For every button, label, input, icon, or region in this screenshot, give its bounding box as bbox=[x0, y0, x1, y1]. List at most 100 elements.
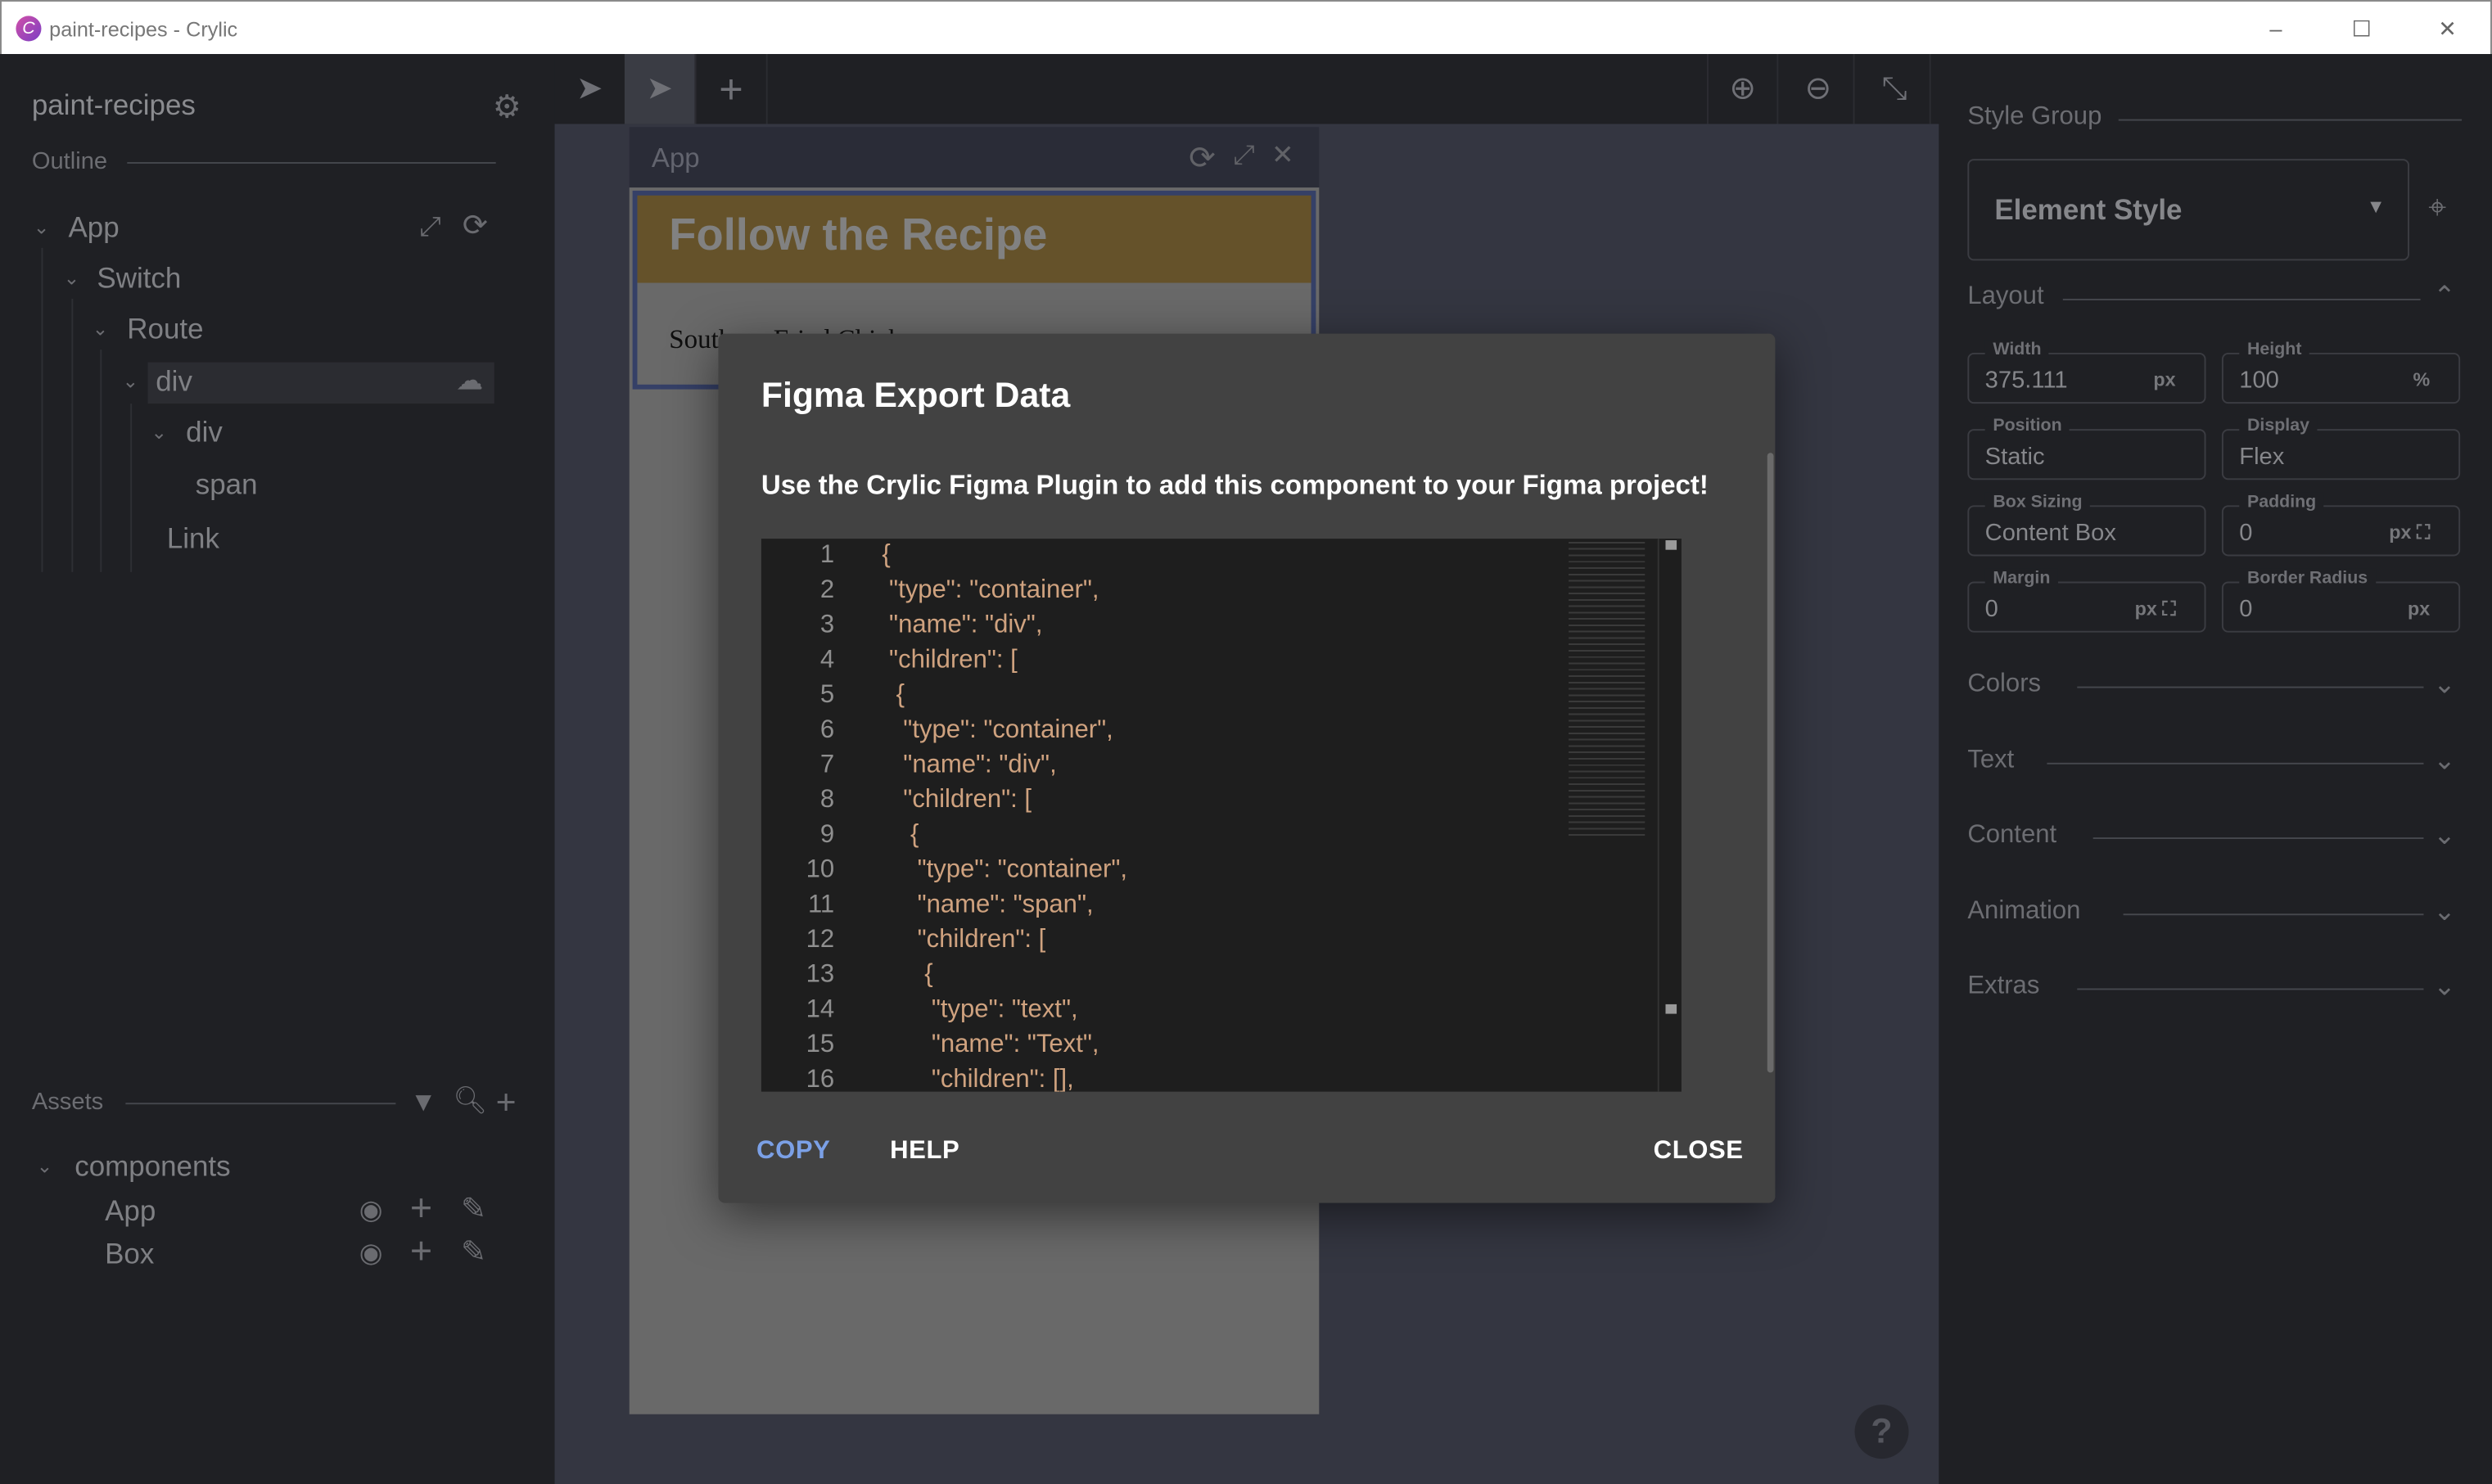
chevron-down-icon[interactable]: ⌄ bbox=[2433, 971, 2456, 1003]
code-line: "type": "text", bbox=[882, 996, 1078, 1024]
assets-label: Assets bbox=[31, 1088, 104, 1116]
zoom-out-button[interactable]: ⊖ bbox=[1783, 54, 1855, 124]
field-height[interactable]: Height 100% bbox=[2221, 340, 2461, 404]
minimize-button[interactable]: – bbox=[2252, 11, 2300, 47]
field-unit: % bbox=[2413, 368, 2431, 391]
code-minimap[interactable] bbox=[1569, 541, 1646, 837]
divider bbox=[125, 1103, 396, 1105]
tree-item-switch[interactable]: Switch bbox=[97, 262, 181, 295]
select-tool-button[interactable]: ➤ bbox=[555, 54, 626, 124]
expand-icon[interactable]: ⤢ bbox=[420, 211, 441, 243]
figma-export-dialog: Figma Export Data Use the Crylic Figma P… bbox=[718, 333, 1776, 1203]
chevron-down-icon[interactable]: ⌄ bbox=[151, 421, 167, 443]
tree-item-span[interactable]: span bbox=[196, 469, 258, 503]
tree-item-div[interactable]: div bbox=[186, 417, 223, 450]
crosshair-icon[interactable]: ⌖ bbox=[2428, 191, 2446, 228]
line-number: 14 bbox=[806, 996, 835, 1024]
field-margin[interactable]: Margin 0 px ⛶ bbox=[1967, 568, 2206, 633]
field-value[interactable]: 0 bbox=[2239, 596, 2252, 623]
field-position[interactable]: Position Static bbox=[1967, 416, 2206, 480]
chevron-down-icon[interactable]: ⌄ bbox=[64, 267, 80, 289]
field-width[interactable]: Width 375.111 px bbox=[1967, 340, 2206, 404]
asset-group-components[interactable]: components bbox=[74, 1151, 230, 1184]
layout-section-label[interactable]: Layout bbox=[1967, 283, 2043, 312]
chevron-down-icon[interactable]: ⌄ bbox=[2433, 744, 2456, 776]
code-line: "name": "Text", bbox=[882, 1031, 1099, 1058]
code-line: { bbox=[882, 961, 933, 989]
copy-button[interactable]: COPY bbox=[756, 1138, 830, 1166]
section-extras[interactable]: Extras bbox=[1967, 972, 2039, 1001]
add-icon[interactable]: + bbox=[410, 1187, 432, 1231]
field-display[interactable]: Display Flex bbox=[2221, 416, 2461, 480]
code-line: "name": "span", bbox=[882, 891, 1094, 919]
divider bbox=[2077, 988, 2424, 990]
tree-item-route[interactable]: Route bbox=[127, 313, 203, 346]
chevron-down-icon[interactable]: ⌄ bbox=[34, 216, 50, 238]
section-content[interactable]: Content bbox=[1967, 822, 2056, 850]
section-colors[interactable]: Colors bbox=[1967, 670, 2041, 699]
chevron-down-icon[interactable]: ⌄ bbox=[37, 1155, 53, 1177]
cloud-upload-icon[interactable]: ☁ bbox=[456, 365, 483, 397]
chevron-down-icon[interactable]: ⌄ bbox=[2433, 820, 2456, 852]
field-value[interactable]: Static bbox=[1985, 444, 2045, 471]
field-label: Display bbox=[2239, 416, 2318, 435]
fit-screen-button[interactable]: ⤡ bbox=[1859, 54, 1931, 124]
chevron-down-icon[interactable]: ⌄ bbox=[122, 370, 138, 392]
line-number: 15 bbox=[806, 1031, 835, 1058]
add-icon[interactable]: + bbox=[410, 1230, 432, 1274]
section-animation[interactable]: Animation bbox=[1967, 897, 2080, 926]
chevron-down-icon[interactable]: ⌄ bbox=[93, 318, 109, 340]
code-line: "name": "div", bbox=[882, 751, 1057, 779]
asset-item-box[interactable]: Box bbox=[105, 1238, 154, 1271]
add-element-button[interactable]: + bbox=[696, 54, 768, 124]
chevron-down-icon[interactable]: ⌄ bbox=[2433, 895, 2456, 927]
window-title: paint-recipes - Crylic bbox=[49, 17, 238, 42]
edit-icon[interactable]: ✎ bbox=[461, 1192, 486, 1229]
code-line: "children": [ bbox=[882, 647, 1018, 674]
divider bbox=[2122, 913, 2424, 915]
search-icon[interactable]: 🔍︎ bbox=[453, 1085, 487, 1117]
asset-item-app[interactable]: App bbox=[105, 1195, 156, 1229]
refresh-icon[interactable]: ⟳ bbox=[463, 208, 488, 245]
eye-icon[interactable]: ◉ bbox=[359, 1238, 383, 1270]
dialog-scrollbar[interactable] bbox=[1767, 453, 1774, 1073]
gear-icon[interactable]: ⚙ bbox=[493, 88, 521, 128]
edit-icon[interactable]: ✎ bbox=[461, 1234, 486, 1271]
add-asset-icon[interactable]: + bbox=[496, 1082, 517, 1123]
field-value[interactable]: 100 bbox=[2239, 367, 2279, 394]
line-number: 3 bbox=[819, 611, 835, 639]
code-line: { bbox=[882, 541, 891, 569]
line-number: 5 bbox=[819, 681, 835, 709]
field-value[interactable]: 0 bbox=[2239, 520, 2252, 547]
tree-item-div[interactable]: div bbox=[156, 365, 192, 399]
section-text[interactable]: Text bbox=[1967, 746, 2014, 774]
chevron-down-icon[interactable]: ⌄ bbox=[2433, 669, 2456, 701]
close-window-button[interactable]: ✕ bbox=[2423, 11, 2471, 47]
help-dialog-button[interactable]: HELP bbox=[890, 1138, 959, 1166]
code-line: "type": "container", bbox=[882, 576, 1099, 604]
field-value[interactable]: Flex bbox=[2239, 444, 2284, 471]
code-scrollbar[interactable] bbox=[1657, 539, 1682, 1092]
filter-icon[interactable]: ▼ bbox=[410, 1087, 437, 1119]
code-editor[interactable]: 1 {2 "type": "container", 3 "name": "div",… bbox=[761, 539, 1682, 1092]
maximize-button[interactable]: ☐ bbox=[2338, 11, 2386, 47]
code-line: "children": [], bbox=[882, 1066, 1074, 1092]
chevron-up-icon[interactable]: ⌃ bbox=[2433, 282, 2456, 313]
line-number: 10 bbox=[806, 856, 835, 884]
field-value[interactable]: 0 bbox=[1985, 596, 1998, 623]
pointer-tool-button[interactable]: ➤ bbox=[624, 54, 697, 124]
field-box-sizing[interactable]: Box Sizing Content Box bbox=[1967, 492, 2206, 557]
code-line: { bbox=[882, 681, 905, 709]
code-line: "children": [ bbox=[882, 786, 1032, 814]
field-border-radius[interactable]: Border Radius 0 px bbox=[2221, 568, 2461, 633]
tree-item-link[interactable]: Link bbox=[167, 523, 219, 557]
tree-item-app[interactable]: App bbox=[68, 211, 119, 245]
eye-icon[interactable]: ◉ bbox=[359, 1195, 383, 1227]
close-button[interactable]: CLOSE bbox=[1654, 1138, 1744, 1166]
field-value[interactable]: Content Box bbox=[1985, 520, 2116, 547]
field-padding[interactable]: Padding 0 px ⛶ bbox=[2221, 492, 2461, 557]
zoom-in-button[interactable]: ⊕ bbox=[1706, 54, 1779, 124]
field-value[interactable]: 375.111 bbox=[1985, 367, 2068, 394]
line-number: 6 bbox=[819, 716, 835, 744]
style-group-select[interactable]: Element Style ▼ bbox=[1967, 159, 2410, 261]
